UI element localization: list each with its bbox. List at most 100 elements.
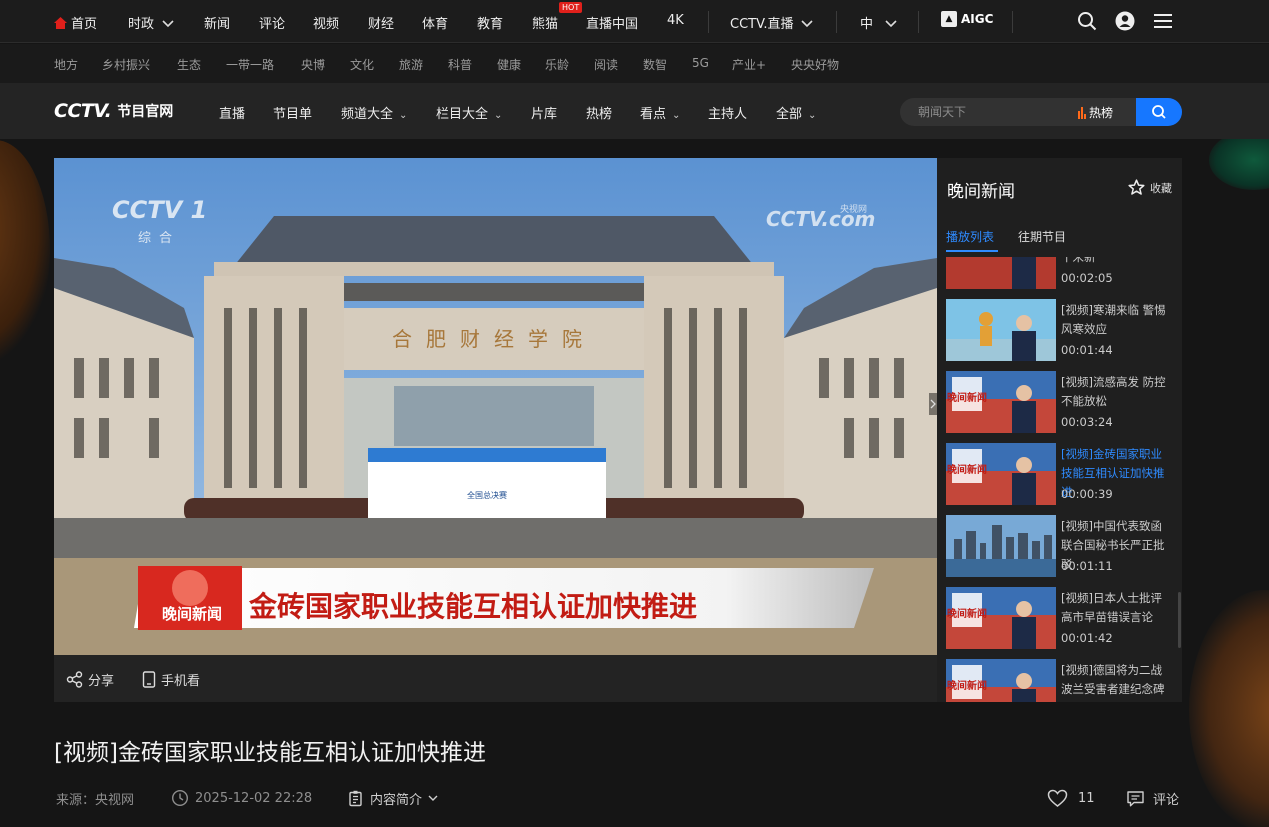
search-box: 热榜 [900, 98, 1182, 126]
channel-logo: CCTV 1 [112, 196, 207, 224]
share-button[interactable]: 分享 [66, 670, 114, 689]
nav-finance[interactable]: 财经 [368, 13, 394, 32]
nav-video[interactable]: 视频 [313, 13, 339, 32]
playlist-item-duration: 00:00:39 [1061, 487, 1113, 501]
clock-icon [171, 789, 189, 807]
divider [918, 11, 919, 33]
gate-sign: 合肥财经学院 [392, 327, 596, 351]
nav-library[interactable]: 片库 [531, 103, 557, 122]
panel-collapse-handle[interactable] [929, 393, 937, 415]
subnav-rural[interactable]: 乡村振兴 [102, 56, 150, 73]
svg-text:晚间新闻: 晚间新闻 [947, 679, 987, 692]
comment-icon [1127, 790, 1144, 806]
nav-live-china[interactable]: 直播中国 [586, 13, 638, 32]
search-icon [1152, 105, 1166, 119]
background-decoration [0, 140, 50, 360]
video-player[interactable]: 合肥财经学院 全国总决赛 晚间新闻 金砖国家职业技能互相认证加快推进 CCTV … [54, 158, 937, 655]
active-tab-indicator [946, 250, 998, 252]
chevron-down-icon [162, 20, 174, 28]
subnav-senior[interactable]: 乐龄 [545, 56, 569, 73]
subnav-science[interactable]: 科普 [448, 56, 472, 73]
favorite-button[interactable]: 收藏 [1128, 179, 1172, 196]
search-button[interactable] [1136, 98, 1182, 126]
nav-education[interactable]: 教育 [477, 13, 503, 32]
star-icon [1128, 179, 1145, 195]
hot-list-link[interactable]: 热榜 [1078, 104, 1113, 121]
nav-all[interactable]: 全部 ⌄ [776, 103, 816, 122]
like-button[interactable]: 11 [1047, 789, 1095, 808]
nav-live[interactable]: 直播 [219, 103, 245, 122]
aigc-icon: ▲ [941, 11, 957, 27]
home-icon [54, 17, 67, 29]
nav-news[interactable]: 新闻 [204, 13, 230, 32]
nav-schedule[interactable]: 节目单 [273, 103, 312, 122]
nav-commentary[interactable]: 评论 [259, 13, 285, 32]
subnav-goods[interactable]: 央央好物 [791, 56, 839, 73]
nav-columns[interactable]: 栏目大全 ⌄ [436, 103, 502, 122]
aigc-link[interactable]: ▲ AIGC [941, 11, 993, 27]
video-thumbnail: 晚间新闻 [946, 443, 1056, 505]
nav-panda[interactable]: HOT 熊猫 [532, 2, 583, 32]
playlist-item-title: [视频]寒潮来临 警惕风寒效应 [1061, 303, 1166, 336]
playlist-item[interactable]: 晚间新闻 [视频]日本人士批评高市早苗错误言论 00:01:42 [946, 587, 1176, 649]
subnav-culture[interactable]: 文化 [350, 56, 374, 73]
nav-home[interactable]: 首页 [54, 13, 97, 32]
subnav-digital[interactable]: 数智 [643, 56, 667, 73]
board-title: 全国总决赛 [467, 490, 507, 500]
svg-text:晚间新闻: 晚间新闻 [947, 391, 987, 404]
news-caption: 金砖国家职业技能互相认证加快推进 [248, 590, 697, 623]
chart-bars-icon [1078, 106, 1086, 119]
comment-button[interactable]: 评论 [1126, 789, 1179, 808]
corner-logo-sub: 央视网 [840, 203, 867, 215]
subnav-local[interactable]: 地方 [54, 56, 78, 73]
tab-playlist[interactable]: 播放列表 [946, 228, 994, 245]
heart-icon [1047, 789, 1068, 807]
nav-channels[interactable]: 频道大全 ⌄ [341, 103, 407, 122]
language-switch[interactable]: 中 [860, 13, 897, 32]
subnav-travel[interactable]: 旅游 [399, 56, 423, 73]
video-frame: 合肥财经学院 全国总决赛 晚间新闻 金砖国家职业技能互相认证加快推进 CCTV … [54, 158, 937, 655]
playlist-panel: 晚间新闻 收藏 播放列表 往期节目 [视频]台湾同胞十年千米新 00:02:05 [937, 158, 1182, 702]
menu-icon[interactable] [1153, 11, 1173, 31]
playlist-scrollbar[interactable] [1178, 592, 1181, 648]
search-icon[interactable] [1077, 11, 1097, 31]
playlist-item-duration: 00:01:44 [1061, 343, 1113, 357]
channel-subnav: 地方 乡村振兴 生态 一带一路 央博 文化 旅游 科普 健康 乐龄 阅读 数智 … [0, 44, 1269, 83]
nav-cctv-live[interactable]: CCTV.直播 [730, 13, 814, 32]
playlist-item-active[interactable]: 晚间新闻 [视频]金砖国家职业技能互相认证加快推进 00:00:39 [946, 443, 1176, 505]
subnav-industry[interactable]: 产业+ [732, 56, 766, 73]
subnav-belt-road[interactable]: 一带一路 [226, 56, 274, 73]
playlist-item[interactable]: 晚间新闻 [视频]流感高发 防控不能放松 00:03:24 [946, 371, 1176, 433]
cctv-logo[interactable]: CCTV. 节目官网 [54, 100, 173, 122]
playlist-item-duration: 00:01:42 [1061, 631, 1113, 645]
video-source: 来源：央视网 [56, 793, 135, 808]
nav-hot[interactable]: 热榜 [586, 103, 612, 122]
subnav-ecology[interactable]: 生态 [177, 56, 201, 73]
tab-past-episodes[interactable]: 往期节目 [1018, 228, 1066, 245]
page: 首页 时政 新闻 评论 视频 财经 体育 教育 HOT 熊猫 直播中国 4K C… [0, 0, 1269, 827]
watch-on-mobile-button[interactable]: 手机看 [142, 670, 200, 689]
subnav-reading[interactable]: 阅读 [594, 56, 618, 73]
content-intro-toggle[interactable]: 内容简介 [348, 789, 438, 808]
subnav-health[interactable]: 健康 [497, 56, 521, 73]
playlist-item[interactable]: [视频]中国代表致函联合国秘书长严正批驳 00:01:11 [946, 515, 1176, 577]
video-thumbnail: 晚间新闻 [946, 659, 1056, 702]
playlist-item[interactable]: [视频]寒潮来临 警惕风寒效应 00:01:44 [946, 299, 1176, 361]
publish-time: 2025-12-02 22:28 [171, 789, 312, 807]
svg-text:晚间新闻: 晚间新闻 [947, 463, 987, 476]
playlist-item[interactable]: [视频]台湾同胞十年千米新 00:02:05 [946, 257, 1176, 289]
nav-hosts[interactable]: 主持人 [708, 103, 747, 122]
playlist-item-title: [视频]日本人士批评高市早苗错误言论 [1061, 591, 1162, 624]
nav-highlights[interactable]: 看点 ⌄ [640, 103, 680, 122]
nav-politics[interactable]: 时政 [128, 13, 174, 32]
playlist-item[interactable]: 晚间新闻 [视频]德国将为二战波兰受害者建纪念碑 [946, 659, 1176, 702]
subnav-yangbo[interactable]: 央博 [301, 56, 325, 73]
nav-4k[interactable]: 4K [667, 13, 684, 28]
share-icon [66, 671, 83, 688]
nav-sports[interactable]: 体育 [422, 13, 448, 32]
subnav-5g[interactable]: 5G [692, 56, 709, 70]
channel-subtitle: 综合 [138, 231, 180, 246]
user-icon[interactable] [1115, 11, 1135, 31]
panel-title: 晚间新闻 [947, 182, 1015, 202]
search-input[interactable] [918, 103, 1068, 121]
